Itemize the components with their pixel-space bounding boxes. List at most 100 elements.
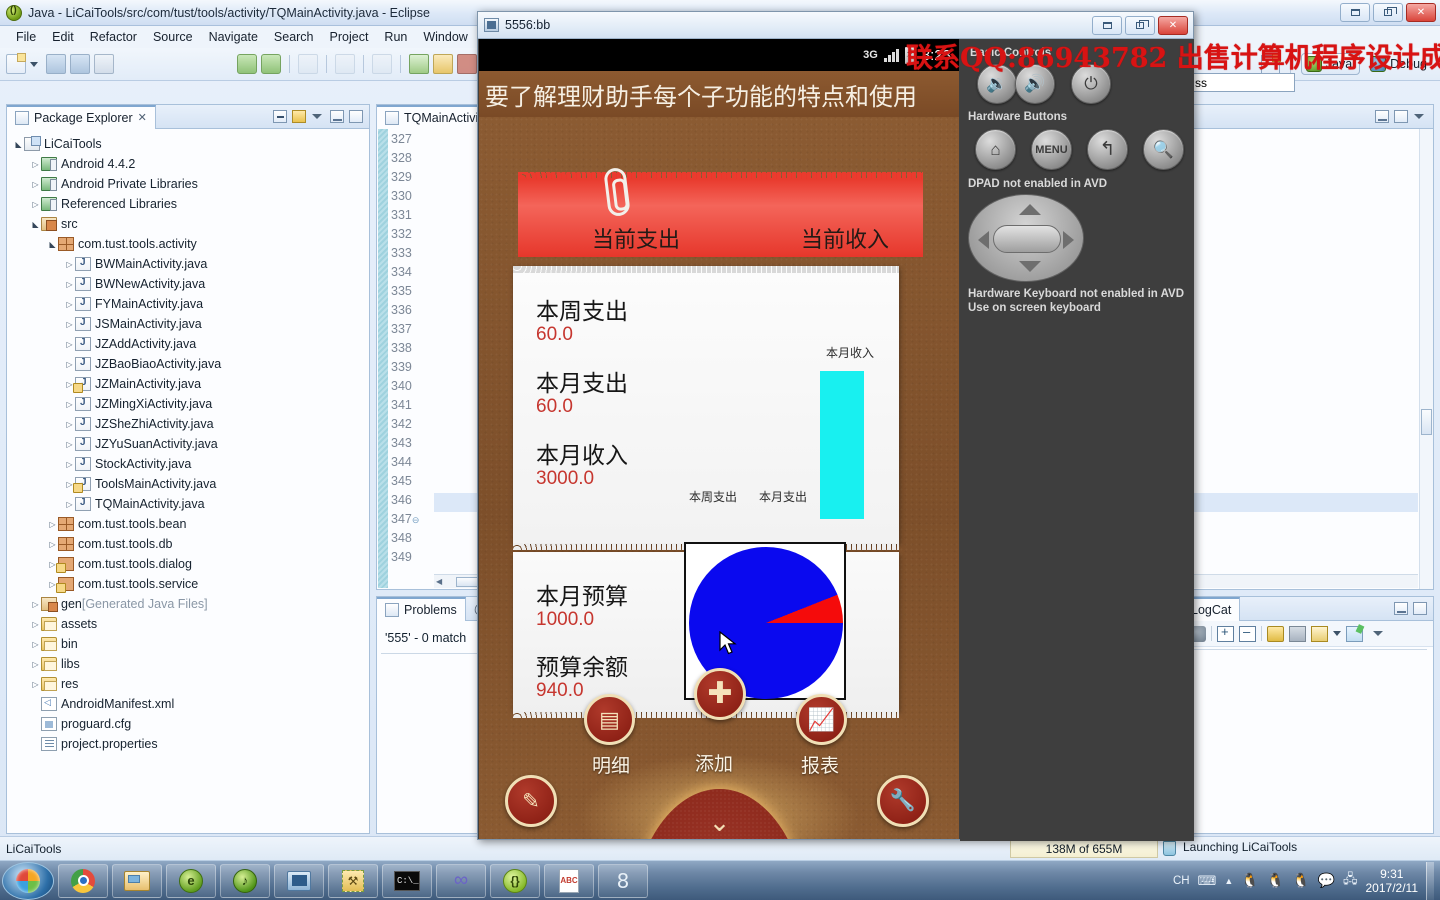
scroll-left-icon[interactable]: ◀ [436, 577, 442, 586]
editor-menu-icon[interactable] [1413, 110, 1427, 123]
tab-current-income[interactable]: 当前收入 [801, 222, 889, 254]
expand-arrow-open-icon[interactable]: ◢ [13, 140, 24, 149]
expand-arrow-closed-icon[interactable]: ▷ [64, 360, 75, 369]
dpad-left-icon[interactable] [978, 231, 989, 249]
expand-arrow-closed-icon[interactable]: ▷ [64, 400, 75, 409]
back-button[interactable]: ↰ [1087, 129, 1128, 170]
home-button[interactable]: ⌂ [975, 129, 1016, 170]
clear-log-icon[interactable] [1289, 625, 1306, 642]
wechat-icon[interactable]: 💬 [1318, 872, 1335, 889]
link-with-editor-icon[interactable] [292, 110, 306, 123]
tree-item[interactable]: ▷ Android 4.4.2 [13, 154, 369, 174]
heap-status[interactable]: 138M of 655M [1010, 839, 1158, 858]
menu-run[interactable]: Run [376, 28, 415, 46]
tree-item[interactable]: ▷ JZBaoBiaoActivity.java [13, 354, 369, 374]
minimize-button[interactable] [1340, 3, 1370, 22]
expand-arrow-closed-icon[interactable]: ▷ [64, 420, 75, 429]
fab-add-button[interactable]: ✚ [694, 668, 746, 720]
trash-icon[interactable] [1163, 841, 1176, 856]
fab-detail-button[interactable]: ▤ [584, 694, 635, 745]
save-log-icon[interactable] [1311, 625, 1328, 642]
close-icon[interactable]: ✕ [138, 111, 147, 124]
taskbar-item-chrome[interactable] [58, 863, 108, 898]
tree-item[interactable]: ▷ gen [Generated Java Files] [13, 594, 369, 614]
dpad-control[interactable] [968, 194, 1084, 282]
last-edit-icon[interactable] [335, 54, 355, 74]
expand-arrow-closed-icon[interactable]: ▷ [64, 300, 75, 309]
show-hidden-icons-icon[interactable]: ▲ [1224, 876, 1233, 886]
minimize-icon[interactable] [1394, 602, 1408, 615]
maximize-icon[interactable] [349, 110, 363, 123]
expand-arrow-closed-icon[interactable]: ▷ [30, 640, 41, 649]
tab-package-explorer[interactable]: Package Explorer ✕ [7, 104, 156, 129]
tree-item[interactable]: ▷ assets [13, 614, 369, 634]
tree-item[interactable]: ▷ TQMainActivity.java [13, 494, 369, 514]
tab-problems[interactable]: Problems [377, 596, 466, 621]
expand-arrow-closed-icon[interactable]: ▷ [30, 620, 41, 629]
tree-item[interactable]: project.properties [13, 734, 369, 754]
view-menu-icon[interactable] [311, 110, 325, 123]
editor-vscrollbar[interactable] [1419, 129, 1433, 589]
tree-item[interactable]: ▷ Android Private Libraries [13, 174, 369, 194]
network-icon[interactable]: 🖧 [1343, 870, 1358, 892]
dpad-center-button[interactable] [993, 225, 1061, 253]
debug-icon[interactable] [433, 54, 453, 74]
log-level-dropdown-icon[interactable] [1333, 631, 1341, 636]
expand-arrow-closed-icon[interactable]: ▷ [64, 260, 75, 269]
taskbar-item-green-app[interactable]: ♪ [220, 863, 270, 898]
search-button[interactable]: 🔍 [1143, 129, 1184, 170]
taskbar-item-tool[interactable]: ⚒ [328, 863, 378, 898]
menu-window[interactable]: Window [415, 28, 475, 46]
export-icon[interactable] [1346, 625, 1363, 642]
expand-arrow-open-icon[interactable]: ◢ [47, 240, 58, 249]
minimize-icon[interactable] [330, 110, 344, 123]
taskbar-item-command-prompt[interactable]: C:\_ [382, 863, 432, 898]
tree-item[interactable]: ▷ FYMainActivity.java [13, 294, 369, 314]
tree-item[interactable]: ▷ JZYuSuanActivity.java [13, 434, 369, 454]
maximize-button[interactable] [1125, 15, 1155, 35]
new-file-icon[interactable] [6, 53, 26, 74]
tree-item[interactable]: ▷ res [13, 674, 369, 694]
minimize-button[interactable] [1092, 15, 1122, 35]
taskbar-item-explorer[interactable] [112, 863, 162, 898]
expand-arrow-closed-icon[interactable]: ▷ [64, 500, 75, 509]
toggle-build-icon[interactable] [261, 54, 281, 74]
tree-item[interactable]: ◢ LiCaiTools [13, 134, 369, 154]
expand-arrow-closed-icon[interactable]: ▷ [30, 160, 41, 169]
stop-icon[interactable] [457, 54, 477, 74]
collapse-all-icon[interactable] [273, 110, 287, 123]
menu-file[interactable]: File [8, 28, 44, 46]
taskbar-item-figure-eight-app[interactable]: 𝟪 [598, 863, 648, 898]
menu-button[interactable]: MENU [1031, 129, 1072, 170]
taskbar-item-document-app[interactable]: ABC [544, 863, 594, 898]
tree-item[interactable]: ▷ com.tust.tools.dialog [13, 554, 369, 574]
expand-arrow-closed-icon[interactable]: ▷ [47, 540, 58, 549]
save-icon[interactable] [46, 54, 66, 74]
tree-item[interactable]: ▷JZMainActivity.java [13, 374, 369, 394]
tree-item[interactable]: ▷ libs [13, 654, 369, 674]
build-all-icon[interactable] [237, 54, 257, 74]
minimize-icon[interactable] [1375, 110, 1389, 123]
expand-arrow-closed-icon[interactable]: ▷ [30, 200, 41, 209]
tree-item[interactable]: ▷ com.tust.tools.db [13, 534, 369, 554]
close-button[interactable]: ✕ [1158, 15, 1188, 35]
tree-item[interactable]: AndroidManifest.xml [13, 694, 369, 714]
tree-item[interactable]: ▷ com.tust.tools.service [13, 574, 369, 594]
expand-arrow-open-icon[interactable]: ◢ [30, 220, 41, 229]
maximize-icon[interactable] [1413, 602, 1427, 615]
project-tree[interactable]: ◢ LiCaiTools ▷ Android 4.4.2 ▷ Android Privat… [7, 129, 369, 833]
print-icon[interactable] [94, 54, 114, 74]
expand-arrow-closed-icon[interactable]: ▷ [47, 520, 58, 529]
dpad-down-icon[interactable] [1019, 261, 1041, 272]
menu-refactor[interactable]: Refactor [82, 28, 145, 46]
tab-current-expense[interactable]: 当前支出 [592, 222, 680, 254]
menu-edit[interactable]: Edit [44, 28, 82, 46]
fab-report-button[interactable]: 📈 [796, 694, 847, 745]
fold-collapse-icon[interactable]: ⊖ [412, 515, 420, 525]
tree-item[interactable]: ▷ com.tust.tools.bean [13, 514, 369, 534]
qq-icon[interactable]: 🐧 [1267, 872, 1284, 889]
taskbar-item-eclipse[interactable]: e [166, 863, 216, 898]
tree-item[interactable]: ▷ StockActivity.java [13, 454, 369, 474]
tree-item[interactable]: ▷ bin [13, 634, 369, 654]
show-desktop-button[interactable] [1426, 861, 1434, 900]
